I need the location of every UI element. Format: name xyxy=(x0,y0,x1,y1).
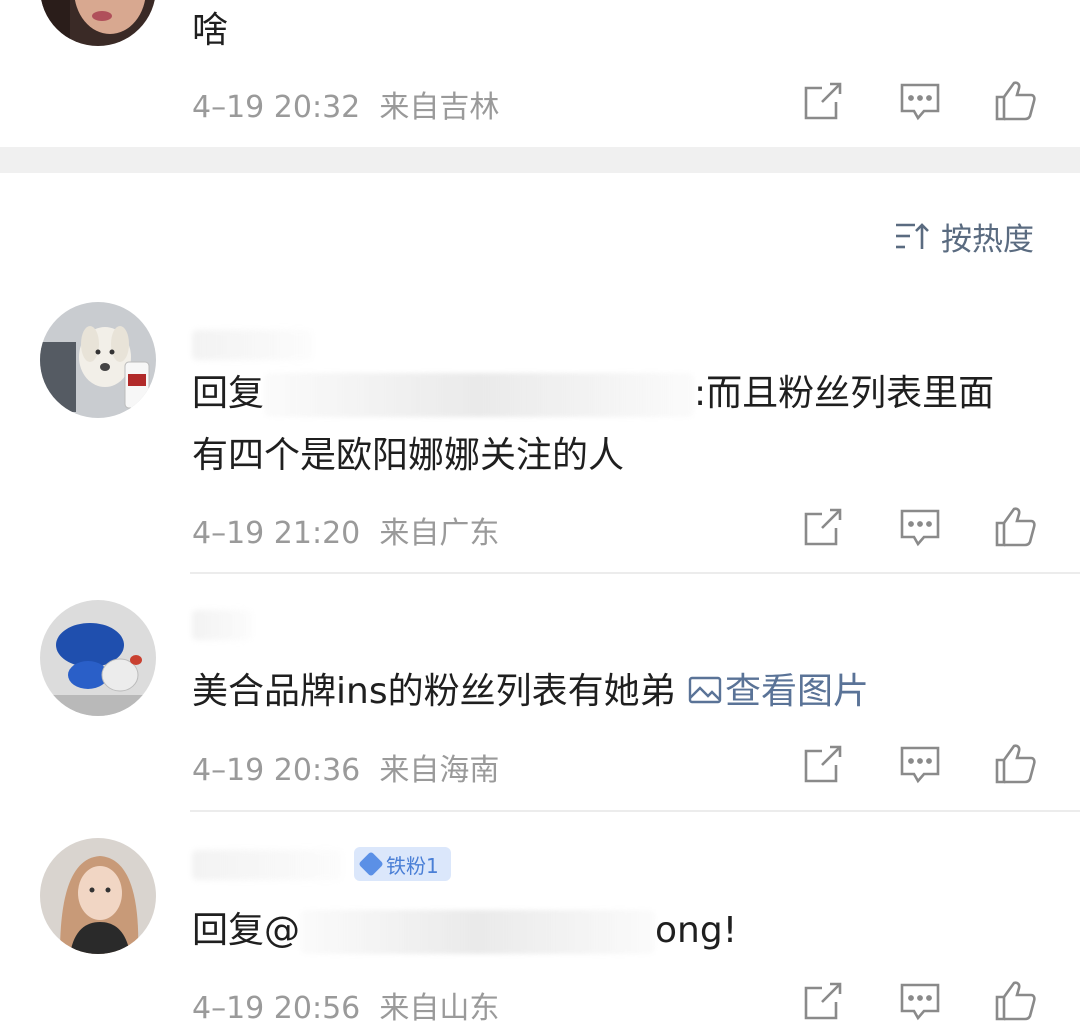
comment-meta: 4–19 20:56 来自山东 xyxy=(192,983,499,1027)
comment-icon[interactable] xyxy=(897,978,943,1024)
comment-meta: 4–19 20:32 来自吉林 xyxy=(192,82,499,126)
diamond-icon xyxy=(358,851,384,877)
comment-time: 4–19 21:20 xyxy=(192,516,361,551)
sort-icon xyxy=(896,223,929,249)
share-icon[interactable] xyxy=(800,741,846,787)
comment-time: 4–19 20:56 xyxy=(192,991,361,1026)
sort-button[interactable]: 按热度 xyxy=(893,212,1034,260)
comment-location: 来自山东 xyxy=(379,991,500,1026)
comment-location: 来自吉林 xyxy=(379,90,500,125)
share-icon[interactable] xyxy=(800,78,846,124)
thumbs-up-icon[interactable] xyxy=(992,78,1038,124)
avatar[interactable] xyxy=(40,0,156,46)
comment-icon[interactable] xyxy=(897,741,943,787)
fan-badge: 铁粉1 xyxy=(354,847,451,881)
thumbs-up-icon[interactable] xyxy=(992,978,1038,1024)
image-icon xyxy=(688,676,722,704)
comment-icon[interactable] xyxy=(897,78,943,124)
share-icon[interactable] xyxy=(800,978,846,1024)
sort-label: 按热度 xyxy=(941,221,1034,258)
avatar[interactable] xyxy=(40,600,156,716)
view-image-link[interactable]: 查看图片 xyxy=(687,671,869,712)
reply-text: :而且粉丝列表里面 xyxy=(694,373,995,414)
comment-actions xyxy=(800,504,1045,554)
comment-separator xyxy=(190,810,1080,812)
comment-icon[interactable] xyxy=(897,504,943,550)
comment-text-line2: 有四个是欧阳娜娜关注的人 xyxy=(192,435,625,476)
avatar[interactable] xyxy=(40,838,156,954)
comment-actions xyxy=(800,78,1045,128)
username[interactable] xyxy=(192,330,312,360)
username[interactable] xyxy=(192,610,252,640)
comment-meta: 4–19 20:36 来自海南 xyxy=(192,745,499,789)
redacted-username xyxy=(264,373,695,417)
comment-text: 啥 xyxy=(192,10,229,51)
comment-text: 回复 :而且粉丝列表里面 xyxy=(192,363,994,425)
username[interactable] xyxy=(192,850,342,880)
comment-actions xyxy=(800,978,1045,1028)
reply-prefix: 回复@ xyxy=(192,910,301,951)
comment-time: 4–19 20:32 xyxy=(192,90,361,125)
view-image-label: 查看图片 xyxy=(725,671,870,712)
comment-location: 来自海南 xyxy=(379,753,500,788)
comment-location: 来自广东 xyxy=(379,516,500,551)
share-icon[interactable] xyxy=(800,504,846,550)
section-divider xyxy=(0,147,1080,173)
reply-text: ong! xyxy=(655,910,738,951)
redacted-username xyxy=(300,910,656,954)
comment-text: 回复@ ong! xyxy=(192,900,737,962)
comment-time: 4–19 20:36 xyxy=(192,753,361,788)
comment-separator xyxy=(190,572,1080,574)
fan-badge-label: 铁粉1 xyxy=(386,853,439,878)
comment-meta: 4–19 21:20 来自广东 xyxy=(192,508,499,552)
avatar[interactable] xyxy=(40,302,156,418)
thumbs-up-icon[interactable] xyxy=(992,504,1038,550)
reply-prefix: 回复 xyxy=(192,373,265,414)
thumbs-up-icon[interactable] xyxy=(992,741,1038,787)
comment-actions xyxy=(800,741,1045,791)
comment-body: 美合品牌ins的粉丝列表有她弟 xyxy=(192,671,676,712)
comment-text: 美合品牌ins的粉丝列表有她弟 查看图片 xyxy=(192,661,869,723)
